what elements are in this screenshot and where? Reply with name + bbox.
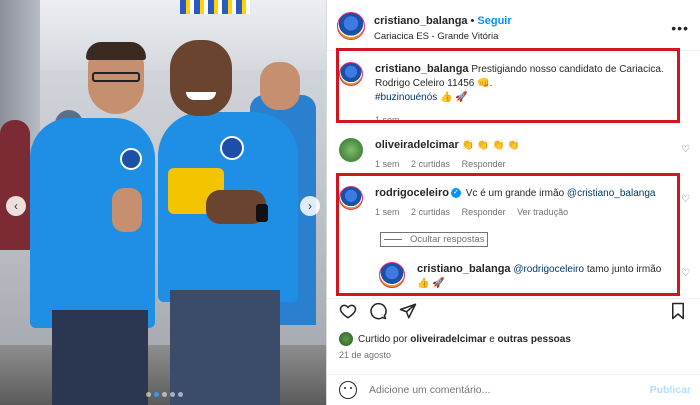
comment-avatar[interactable] (339, 138, 363, 162)
carousel-dot (162, 392, 167, 397)
likes-others[interactable]: outras pessoas (498, 334, 571, 345)
comment-username[interactable]: oliveiradelcimar (375, 139, 459, 151)
likes-connector: e (489, 333, 495, 345)
likes-summary: Curtido por oliveiradelcimar e outras pe… (339, 332, 571, 346)
right-man-jeans (170, 290, 280, 405)
post-location[interactable]: Cariacica ES - Grande Vitória (374, 31, 512, 42)
watch (256, 204, 268, 222)
likes-prefix: Curtido por (358, 333, 408, 345)
comment-input[interactable] (369, 384, 619, 396)
author-username[interactable]: cristiano_balanga (374, 15, 468, 27)
carousel-dot-active (154, 392, 159, 397)
heart-icon[interactable]: ♡ (681, 268, 690, 279)
follow-button[interactable]: Seguir (477, 15, 511, 27)
publish-button[interactable]: Publicar (650, 384, 691, 396)
post-photo[interactable]: ‹ › (0, 0, 326, 405)
next-image-icon[interactable]: › (300, 196, 320, 216)
background-person-head (260, 62, 300, 110)
liker-username[interactable]: oliveiradelcimar (410, 334, 486, 345)
actions-divider (327, 298, 700, 299)
glasses (92, 72, 140, 82)
right-man-head (170, 40, 232, 116)
carousel-dot (146, 392, 151, 397)
comment-time: 1 sem (375, 159, 400, 169)
heart-icon[interactable]: ♡ (681, 194, 690, 205)
left-man-hand (112, 188, 142, 232)
post-header: cristiano_balanga • Seguir Cariacica ES - … (337, 10, 693, 42)
separator: • (470, 14, 475, 27)
highlight-box (336, 173, 680, 296)
smile (186, 92, 216, 100)
comment-actions: 1 sem 2 curtidas Responder (375, 157, 520, 171)
comment-text: 👏 👏 👏 👏 (461, 140, 520, 151)
comment-body: oliveiradelcimar 👏 👏 👏 👏 1 sem 2 curtida… (375, 138, 520, 171)
campaign-sticker (220, 136, 244, 160)
comment-likes[interactable]: 2 curtidas (411, 159, 450, 169)
photo-banner (180, 0, 250, 14)
author-meta: cristiano_balanga • Seguir Cariacica ES - … (374, 11, 512, 42)
add-comment-bar: Publicar (327, 374, 700, 405)
liker-avatar[interactable] (339, 332, 353, 346)
highlight-box (336, 48, 680, 123)
carousel-dot (170, 392, 175, 397)
left-man-jeans (52, 310, 148, 405)
carousel-dot (178, 392, 183, 397)
previous-image-icon[interactable]: ‹ (6, 196, 26, 216)
share-icon[interactable] (399, 302, 417, 320)
more-options-icon[interactable]: ••• (671, 20, 689, 36)
reply-button[interactable]: Responder (462, 159, 506, 169)
left-man-hair (86, 42, 146, 60)
comment-bubble-icon[interactable] (369, 302, 387, 320)
author-avatar[interactable] (337, 12, 365, 40)
like-heart-icon[interactable] (339, 302, 357, 320)
post-panel: cristiano_balanga • Seguir Cariacica ES - … (326, 0, 700, 405)
emoji-icon[interactable] (339, 381, 357, 399)
campaign-sticker (120, 148, 142, 170)
background-person (0, 120, 30, 250)
action-bar (337, 302, 693, 322)
post-date: 21 de agosto (339, 350, 392, 360)
comment: oliveiradelcimar 👏 👏 👏 👏 1 sem 2 curtida… (339, 138, 679, 171)
heart-icon[interactable]: ♡ (681, 144, 690, 155)
carousel-dots (146, 392, 183, 397)
bookmark-icon[interactable] (669, 302, 687, 320)
